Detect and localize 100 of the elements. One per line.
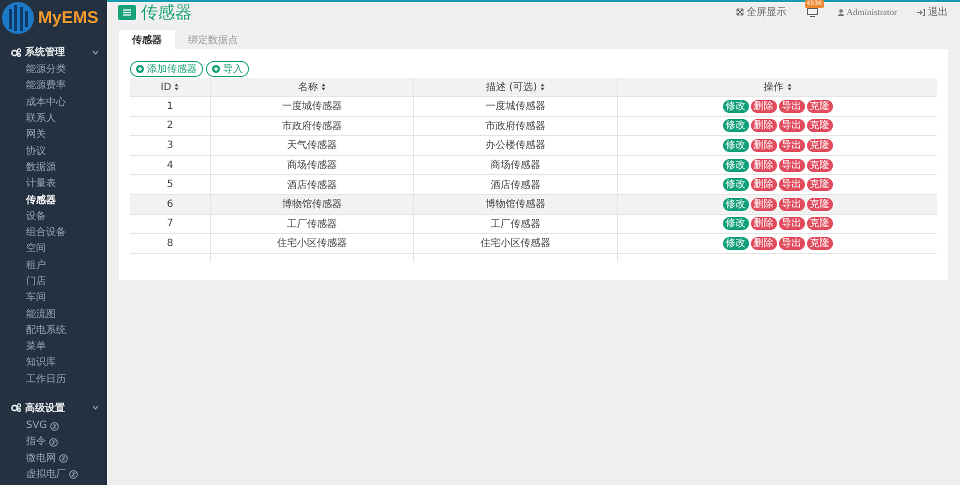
- menu-item[interactable]: 协议: [26, 146, 46, 158]
- table-cell: 7: [130, 214, 210, 234]
- action-button[interactable]: 导出: [778, 119, 804, 132]
- column-header[interactable]: 操作: [618, 78, 937, 96]
- action-button[interactable]: 修改: [722, 178, 748, 192]
- action-button[interactable]: 克隆: [806, 236, 832, 250]
- menu-item[interactable]: 传感器: [26, 194, 56, 207]
- table-cell: 1: [130, 96, 210, 116]
- table-cell: 住宅小区传感器: [210, 234, 414, 254]
- menu-item[interactable]: 数据源: [26, 162, 56, 174]
- menu-item[interactable]: 门店: [26, 276, 46, 288]
- gears-icon: [11, 48, 21, 56]
- action-button[interactable]: 修改: [722, 138, 748, 152]
- action-button[interactable]: 导出: [778, 100, 804, 113]
- table-cell: 市政府传感器: [414, 116, 618, 136]
- menu-item[interactable]: 知识库: [26, 357, 56, 370]
- action-button[interactable]: 导出: [778, 158, 804, 172]
- plus-circle-icon: [212, 65, 220, 73]
- sign-out-icon[interactable]: [917, 8, 925, 16]
- action-button[interactable]: 导出: [778, 236, 804, 250]
- logo-icon: [1, 1, 35, 35]
- menu-item[interactable]: 成本中心: [26, 96, 66, 109]
- action-button[interactable]: 导出: [778, 217, 804, 230]
- tab[interactable]: 绑定数据点: [175, 30, 251, 49]
- table-cell: 4: [130, 155, 210, 175]
- menu-item[interactable]: 虚拟电厂: [26, 468, 66, 481]
- action-button[interactable]: 克隆: [806, 138, 832, 152]
- sort-icon: [174, 83, 180, 91]
- menu-item[interactable]: SVG: [26, 420, 47, 432]
- user-name[interactable]: Administrator: [846, 7, 897, 17]
- tab[interactable]: 传感器: [119, 30, 175, 49]
- menu-item[interactable]: 指令: [26, 436, 46, 448]
- action-button[interactable]: 导出: [778, 138, 804, 152]
- action-button[interactable]: 修改: [722, 158, 748, 172]
- column-header[interactable]: 名称: [210, 78, 414, 96]
- action-button[interactable]: 修改: [722, 217, 748, 230]
- action-button[interactable]: 删除: [750, 138, 776, 152]
- circled-icon: [49, 438, 58, 447]
- action-button[interactable]: 删除: [750, 119, 776, 132]
- action-button[interactable]: 删除: [750, 100, 776, 113]
- action-button[interactable]: 修改: [722, 236, 748, 250]
- table-cell: 商场传感器: [210, 155, 414, 175]
- header-label: 描述 (可选): [486, 80, 537, 94]
- menu-item[interactable]: 配电系统: [26, 324, 66, 337]
- action-button[interactable]: 修改: [722, 100, 748, 113]
- toolbar-button[interactable]: 导入: [206, 61, 249, 77]
- column-header[interactable]: ID: [130, 78, 210, 96]
- monitor-icon[interactable]: [806, 8, 818, 16]
- menu-item[interactable]: 组合设备: [26, 227, 66, 240]
- action-button[interactable]: 克隆: [806, 100, 832, 113]
- menu-item[interactable]: 菜单: [26, 341, 46, 354]
- table-cell: 博物馆传感器: [414, 194, 618, 214]
- menu-item[interactable]: 联系人: [26, 113, 56, 126]
- menu-item[interactable]: 计量表: [26, 178, 56, 190]
- action-button[interactable]: 删除: [750, 217, 776, 230]
- menu-item[interactable]: 工作日历: [26, 374, 66, 386]
- action-button[interactable]: 删除: [750, 236, 776, 250]
- action-button[interactable]: 导出: [778, 198, 804, 211]
- sort-icon: [540, 83, 545, 91]
- table-cell: 天气传感器: [210, 136, 414, 156]
- header-label: ID: [160, 82, 172, 92]
- menu-item[interactable]: 能源分类: [26, 64, 66, 76]
- action-button[interactable]: 导出: [778, 178, 804, 192]
- table-cell: 2: [130, 116, 210, 136]
- menu-item[interactable]: 租户: [26, 260, 46, 272]
- action-button[interactable]: 删除: [750, 158, 776, 172]
- sort-icon: [321, 83, 326, 91]
- action-button[interactable]: 克隆: [806, 217, 832, 230]
- menu-button[interactable]: [118, 4, 136, 20]
- action-button[interactable]: 克隆: [806, 119, 832, 132]
- gears-icon: [11, 403, 21, 412]
- toolbar-button[interactable]: 添加传感器: [130, 61, 203, 77]
- menu-item[interactable]: 微电网: [26, 452, 56, 465]
- menu-item[interactable]: 设备: [26, 210, 46, 223]
- circled-icon: [50, 422, 59, 431]
- table-cell: 工厂传感器: [210, 214, 414, 234]
- action-button[interactable]: 删除: [750, 198, 776, 211]
- column-header[interactable]: 描述 (可选): [414, 78, 618, 96]
- action-button[interactable]: 克隆: [806, 158, 832, 172]
- menu-group[interactable]: 高级设置: [0, 398, 107, 418]
- plus-circle-icon: [136, 65, 144, 73]
- menu-item[interactable]: 车间: [26, 292, 46, 304]
- action-button[interactable]: 克隆: [806, 178, 832, 192]
- expand-icon[interactable]: [736, 8, 744, 16]
- action-button[interactable]: 修改: [722, 119, 748, 132]
- logout-link[interactable]: 退出: [928, 5, 948, 19]
- table-cell: 商场传感器: [414, 155, 618, 175]
- menu-item[interactable]: 空间: [26, 243, 46, 256]
- action-button[interactable]: 克隆: [806, 198, 832, 211]
- menu-group[interactable]: 系统管理: [0, 42, 107, 62]
- action-button[interactable]: 删除: [750, 178, 776, 192]
- menu-item[interactable]: 能流图: [26, 308, 56, 321]
- menu-item[interactable]: 网关: [26, 129, 46, 142]
- table-cell: 工厂传感器: [414, 214, 618, 234]
- table-cell: 一度城传感器: [210, 96, 414, 116]
- table-cell: 博物馆传感器: [210, 194, 414, 214]
- action-button[interactable]: 修改: [722, 198, 748, 211]
- header-label: 操作: [764, 81, 784, 94]
- menu-item[interactable]: 能源费率: [26, 80, 66, 92]
- fullscreen-link[interactable]: 全屏显示: [746, 5, 786, 19]
